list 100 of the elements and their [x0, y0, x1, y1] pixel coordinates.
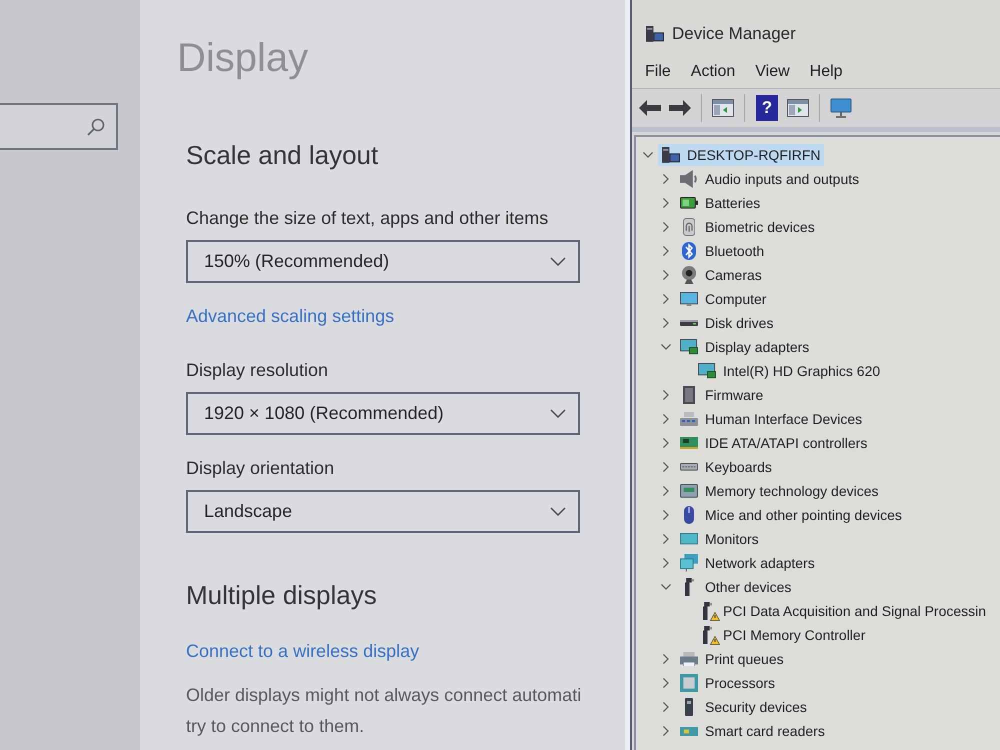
tree-item[interactable]: Disk drives	[676, 312, 776, 334]
tree-item[interactable]: Memory technology devices	[676, 480, 882, 502]
chevron-right-icon[interactable]	[663, 222, 669, 232]
chevron-right-icon[interactable]	[663, 270, 669, 280]
chevron-right-icon[interactable]	[663, 414, 669, 424]
section-heading: Multiple displays	[186, 579, 377, 611]
left-arrow-icon	[639, 100, 661, 116]
tree-item[interactable]: DESKTOP-RQFIRFN	[658, 144, 824, 166]
chevron-down-icon[interactable]	[661, 344, 671, 350]
tree-item[interactable]: Batteries	[676, 192, 764, 214]
menu-item[interactable]: File	[642, 61, 674, 83]
disk-drive-icon	[680, 320, 698, 326]
computer-icon	[662, 147, 680, 163]
tree-item[interactable]: Other devices	[676, 576, 794, 598]
chevron-right-icon[interactable]	[663, 654, 669, 664]
battery-icon	[680, 197, 698, 209]
toolbar-button[interactable]	[784, 96, 812, 120]
menu-item[interactable]: Action	[688, 61, 738, 83]
chevron-right-icon[interactable]	[663, 462, 669, 472]
tree-item[interactable]: Print queues	[676, 648, 787, 670]
tree-item[interactable]: Audio inputs and outputs	[676, 168, 862, 190]
tree-item[interactable]: Smart card readers	[676, 720, 828, 742]
forward-button[interactable]	[666, 97, 694, 119]
tree-item[interactable]: Intel(R) HD Graphics 620	[694, 360, 884, 382]
chevron-right-icon[interactable]	[663, 246, 669, 256]
tree-item[interactable]: Monitors	[676, 528, 762, 550]
monitor-icon	[680, 533, 698, 545]
search-icon	[87, 118, 105, 136]
processor-icon	[680, 674, 698, 692]
search-field[interactable]	[0, 103, 118, 150]
bluetooth-icon	[682, 242, 696, 260]
tree-item[interactable]: Keyboards	[676, 456, 775, 478]
chevron-right-icon[interactable]	[663, 702, 669, 712]
chevron-right-icon[interactable]	[663, 726, 669, 736]
dropdown[interactable]: 150% (Recommended)	[186, 240, 580, 283]
tree-item[interactable]: Cameras	[676, 264, 765, 286]
dropdown[interactable]: Landscape	[186, 490, 580, 533]
text-link[interactable]: Advanced scaling settings	[186, 304, 394, 328]
section-heading: Scale and layout	[186, 139, 378, 171]
smart-card-reader-icon	[680, 726, 698, 736]
chevron-down-icon	[550, 257, 566, 266]
menu-item[interactable]: Help	[806, 61, 846, 83]
computer-icon	[646, 26, 664, 42]
field-label: Display orientation	[186, 457, 334, 480]
chevron-right-icon[interactable]	[663, 534, 669, 544]
help-button[interactable]: ?	[756, 95, 778, 121]
description-text: Older displays might not always connect automati try to connect to them.	[186, 684, 582, 738]
dropdown[interactable]: 1920 × 1080 (Recommended)	[186, 392, 580, 435]
chevron-down-icon	[550, 409, 566, 418]
menu-item[interactable]: View	[752, 61, 793, 83]
chevron-right-icon[interactable]	[663, 486, 669, 496]
chevron-down-icon[interactable]	[661, 584, 671, 590]
window-icon	[787, 99, 809, 117]
tree-item[interactable]: PCI Memory Controller	[694, 624, 868, 646]
tree-item[interactable]: Firmware	[676, 384, 766, 406]
mouse-icon	[684, 506, 694, 524]
security-device-icon	[685, 698, 693, 716]
page-title: Display	[177, 35, 308, 82]
chevron-right-icon[interactable]	[663, 294, 669, 304]
text-link[interactable]: Connect to a wireless display	[186, 639, 420, 663]
tree-item[interactable]: Network adapters	[676, 552, 818, 574]
tree-item[interactable]: Bluetooth	[676, 240, 768, 262]
device-icon	[702, 626, 712, 644]
tree-item[interactable]: IDE ATA/ATAPI controllers	[676, 432, 870, 454]
memory-card-icon	[680, 484, 698, 498]
right-arrow-icon	[669, 100, 691, 116]
keyboard-icon	[680, 463, 698, 471]
monitor-card-icon	[680, 339, 698, 355]
chevron-right-icon[interactable]	[663, 390, 669, 400]
chevron-right-icon[interactable]	[663, 318, 669, 328]
chevron-down-icon[interactable]	[643, 152, 653, 158]
tree-item[interactable]: Display adapters	[676, 336, 812, 358]
window-icon	[712, 99, 734, 117]
monitor-icon	[830, 98, 852, 118]
tree-item[interactable]: Processors	[676, 672, 778, 694]
tree-item[interactable]: Computer	[676, 288, 770, 310]
toolbar-button[interactable]	[709, 96, 737, 120]
fingerprint-icon	[682, 218, 696, 236]
tree-item[interactable]: PCI Data Acquisition and Signal Processin	[694, 600, 990, 622]
network-icon	[680, 554, 698, 572]
window-title: Device Manager	[672, 24, 796, 44]
input-device-icon	[680, 412, 698, 426]
speaker-icon	[680, 170, 698, 188]
chevron-right-icon[interactable]	[663, 510, 669, 520]
tree-item[interactable]: Biometric devices	[676, 216, 818, 238]
monitor-icon	[680, 292, 698, 306]
chevron-down-icon	[550, 507, 566, 516]
chip-icon	[683, 386, 695, 404]
device-icon	[702, 602, 712, 620]
chevron-right-icon[interactable]	[663, 438, 669, 448]
chevron-right-icon[interactable]	[663, 198, 669, 208]
field-label: Display resolution	[186, 359, 328, 382]
tree-item[interactable]: Security devices	[676, 696, 810, 718]
tree-item[interactable]: Mice and other pointing devices	[676, 504, 905, 526]
printer-icon	[680, 652, 698, 666]
chevron-right-icon[interactable]	[663, 558, 669, 568]
tree-item[interactable]: Human Interface Devices	[676, 408, 866, 430]
chevron-right-icon[interactable]	[663, 678, 669, 688]
chevron-right-icon[interactable]	[663, 174, 669, 184]
webcam-icon	[682, 266, 696, 284]
